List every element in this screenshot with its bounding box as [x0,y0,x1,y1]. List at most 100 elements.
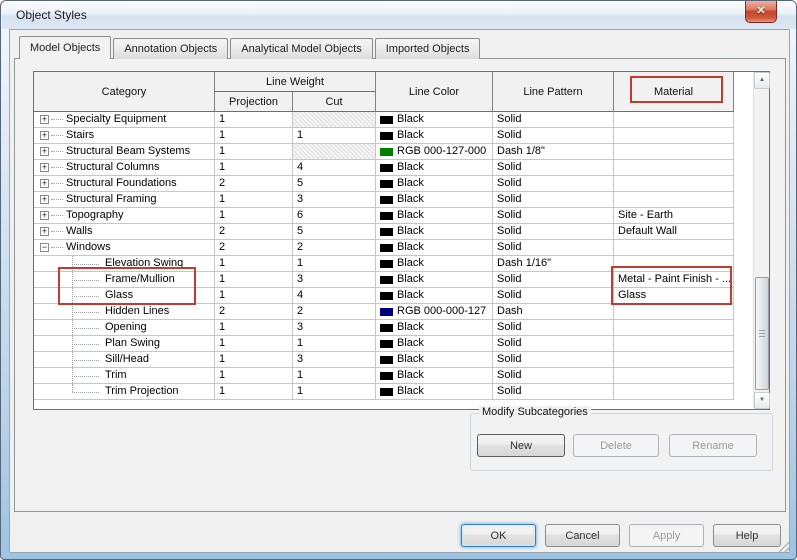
projection-cell[interactable]: 1 [215,288,293,304]
category-cell[interactable]: Hidden Lines [34,304,215,320]
table-row[interactable]: Trim 1 1 Black Solid [34,368,734,384]
line-pattern-cell[interactable]: Solid [493,368,614,384]
category-cell[interactable]: + Structural Framing [34,192,215,208]
expand-icon[interactable]: + [40,227,49,236]
tab-annotation-objects[interactable]: Annotation Objects [113,38,229,59]
category-cell[interactable]: + Walls [34,224,215,240]
line-pattern-cell[interactable]: Solid [493,384,614,400]
projection-cell[interactable]: 1 [215,368,293,384]
table-row[interactable]: + Structural Foundations 2 5 Black Solid [34,176,734,192]
line-color-cell[interactable]: Black [376,112,493,128]
line-color-cell[interactable]: Black [376,288,493,304]
line-color-cell[interactable]: Black [376,176,493,192]
line-pattern-cell[interactable]: Dash [493,304,614,320]
material-cell[interactable] [614,352,734,368]
material-cell[interactable] [614,160,734,176]
table-row[interactable]: + Stairs 1 1 Black Solid [34,128,734,144]
cut-cell[interactable]: 5 [293,176,376,192]
cut-cell[interactable]: 4 [293,160,376,176]
expand-icon[interactable]: + [40,131,49,140]
line-color-cell[interactable]: Black [376,384,493,400]
table-row[interactable]: + Specialty Equipment 1 Black Solid [34,112,734,128]
cut-cell[interactable]: 1 [293,368,376,384]
category-cell[interactable]: Trim Projection [34,384,215,400]
cut-cell[interactable]: 3 [293,352,376,368]
cut-cell[interactable]: 4 [293,288,376,304]
table-row[interactable]: Plan Swing 1 1 Black Solid [34,336,734,352]
line-color-cell[interactable]: Black [376,272,493,288]
line-color-cell[interactable]: Black [376,368,493,384]
scroll-down-button[interactable]: ▼ [754,392,770,409]
material-cell[interactable] [614,112,734,128]
line-color-cell[interactable]: Black [376,160,493,176]
line-color-cell[interactable]: Black [376,256,493,272]
projection-cell[interactable]: 2 [215,224,293,240]
expand-icon[interactable]: + [40,195,49,204]
collapse-icon[interactable]: − [40,243,49,252]
table-row[interactable]: + Structural Columns 1 4 Black Solid [34,160,734,176]
category-cell[interactable]: + Structural Columns [34,160,215,176]
new-button[interactable]: New [477,434,565,457]
cut-cell[interactable]: 5 [293,224,376,240]
line-pattern-cell[interactable]: Solid [493,208,614,224]
line-pattern-cell[interactable]: Dash 1/8" [493,144,614,160]
projection-cell[interactable]: 1 [215,320,293,336]
line-pattern-cell[interactable]: Dash 1/16" [493,256,614,272]
category-cell[interactable]: Frame/Mullion [34,272,215,288]
line-pattern-cell[interactable]: Solid [493,128,614,144]
line-color-cell[interactable]: Black [376,320,493,336]
line-pattern-cell[interactable]: Solid [493,320,614,336]
title-bar[interactable]: Object Styles [2,1,796,29]
line-pattern-cell[interactable]: Solid [493,224,614,240]
category-cell[interactable]: Opening [34,320,215,336]
projection-cell[interactable]: 1 [215,128,293,144]
cut-cell[interactable]: 1 [293,384,376,400]
material-cell[interactable] [614,256,734,272]
projection-cell[interactable]: 1 [215,352,293,368]
category-cell[interactable]: + Topography [34,208,215,224]
material-cell[interactable] [614,128,734,144]
category-cell[interactable]: + Structural Beam Systems [34,144,215,160]
line-color-cell[interactable]: Black [376,192,493,208]
projection-cell[interactable]: 1 [215,192,293,208]
projection-cell[interactable]: 1 [215,336,293,352]
projection-cell[interactable]: 2 [215,304,293,320]
line-pattern-cell[interactable]: Solid [493,352,614,368]
table-row[interactable]: Elevation Swing 1 1 Black Dash 1/16" [34,256,734,272]
table-row[interactable]: Hidden Lines 2 2 RGB 000-000-127 Dash [34,304,734,320]
cancel-button[interactable]: Cancel [545,524,620,547]
material-cell[interactable]: Glass [614,288,734,304]
table-row[interactable]: + Topography 1 6 Black Solid Site - Eart… [34,208,734,224]
category-cell[interactable]: Glass [34,288,215,304]
line-color-cell[interactable]: RGB 000-127-000 [376,144,493,160]
cut-cell[interactable] [293,144,376,160]
material-cell[interactable]: Metal - Paint Finish - ... [614,272,734,288]
line-pattern-cell[interactable]: Solid [493,112,614,128]
line-color-cell[interactable]: Black [376,336,493,352]
projection-cell[interactable]: 1 [215,160,293,176]
line-color-cell[interactable]: Black [376,224,493,240]
ok-button[interactable]: OK [461,524,536,547]
cut-cell[interactable]: 2 [293,304,376,320]
table-row[interactable]: − Windows 2 2 Black Solid [34,240,734,256]
table-row[interactable]: Glass 1 4 Black Solid Glass [34,288,734,304]
projection-cell[interactable]: 1 [215,208,293,224]
projection-cell[interactable]: 1 [215,272,293,288]
cut-cell[interactable] [293,112,376,128]
line-color-cell[interactable]: RGB 000-000-127 [376,304,493,320]
line-pattern-cell[interactable]: Solid [493,240,614,256]
tab-imported-objects[interactable]: Imported Objects [374,38,481,59]
material-cell[interactable] [614,320,734,336]
table-row[interactable]: Trim Projection 1 1 Black Solid [34,384,734,400]
line-color-cell[interactable]: Black [376,240,493,256]
material-cell[interactable] [614,336,734,352]
line-pattern-cell[interactable]: Solid [493,176,614,192]
category-cell[interactable]: Plan Swing [34,336,215,352]
projection-cell[interactable]: 1 [215,256,293,272]
table-row[interactable]: + Structural Beam Systems 1 RGB 000-127-… [34,144,734,160]
cut-cell[interactable]: 3 [293,320,376,336]
material-cell[interactable]: Default Wall [614,224,734,240]
expand-icon[interactable]: + [40,211,49,220]
line-pattern-cell[interactable]: Solid [493,192,614,208]
category-cell[interactable]: + Stairs [34,128,215,144]
